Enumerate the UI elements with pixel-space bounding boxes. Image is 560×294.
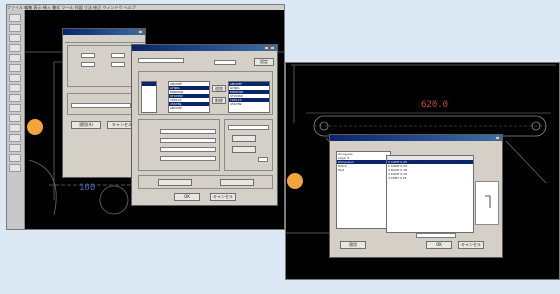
available-list[interactable]: ABCDEF GHIJKL MNOPQR STUVWX YZ0123 45678… [168,81,210,113]
dialog-titlebar [63,29,145,35]
value-field[interactable] [214,60,236,65]
layer-table[interactable]: 0 CONT 0.25 1 CONT 0.35 2 DASH 0.18 3 CO… [386,155,474,233]
option-button[interactable] [220,179,254,186]
dialog-titlebar [132,45,277,51]
layer-manager-dialog: All Layers Layer 0 Dimension Hatch Text … [329,134,503,258]
preview-pane [475,181,499,225]
option-field[interactable] [228,125,269,130]
layer-settings-dialog: 設定 ABCDEF GHIJKL MNOPQR STUVWX YZ0123 45… [131,44,278,206]
tool-button[interactable] [9,154,21,162]
tool-button[interactable] [9,114,21,122]
grip-marker [27,119,43,135]
tool-button[interactable] [9,14,21,22]
grip-marker [287,173,303,189]
property-field[interactable] [160,138,216,143]
tool-button[interactable] [9,24,21,32]
list-item[interactable] [142,82,156,86]
ok-button[interactable]: OK [426,241,452,249]
help-icon[interactable] [264,46,269,50]
apply-button[interactable]: 適用(A) [71,121,101,129]
list-item[interactable]: 456789 [229,102,269,106]
property-field[interactable] [160,147,216,152]
option-field[interactable] [258,157,268,162]
tool-palette [7,10,25,229]
tool-button[interactable] [9,144,21,152]
input-field[interactable] [111,62,125,67]
tool-button[interactable] [9,34,21,42]
properties-group-box [138,119,220,171]
layer-tree[interactable]: All Layers Layer 0 Dimension Hatch Text [336,151,391,229]
apply-button[interactable]: 適用 [340,241,366,249]
tab-strip[interactable] [65,37,145,43]
input-field[interactable] [71,103,131,108]
tool-button[interactable] [9,164,21,172]
dimension-label-right: 620.0 [421,100,449,110]
ok-button[interactable]: OK [174,193,200,201]
add-button[interactable]: 追加 [212,85,226,92]
selected-list[interactable]: ABCDEF GHIJKL MNOPQR STUVWX YZ0123 45678… [228,81,270,113]
property-field[interactable] [160,156,216,161]
list-item[interactable]: ABCDEF [169,106,209,110]
tool-button[interactable] [9,134,21,142]
dialog-titlebar [330,135,502,141]
option-button[interactable] [158,179,192,186]
category-list[interactable] [141,81,157,113]
preview-icon [485,195,491,208]
dimension-label-left: 100 [79,183,96,193]
input-field[interactable] [81,62,95,67]
property-field[interactable] [160,129,216,134]
option-button[interactable] [232,146,256,153]
tool-button[interactable] [9,64,21,72]
input-field[interactable] [81,53,95,58]
tree-item[interactable]: Text [337,168,390,172]
close-icon[interactable] [495,136,500,140]
settings-button[interactable]: 設定 [254,58,274,66]
close-icon[interactable] [138,30,143,34]
tool-button[interactable] [9,54,21,62]
cancel-button[interactable]: キャンセル [458,241,484,249]
tool-button[interactable] [9,94,21,102]
remove-button[interactable]: 削除 [212,97,226,104]
table-row[interactable]: 4 CENT 0.25 [387,176,473,180]
name-field[interactable] [138,58,184,63]
filter-field[interactable] [416,233,456,238]
tool-button[interactable] [9,104,21,112]
tool-button[interactable] [9,84,21,92]
input-field[interactable] [111,53,125,58]
close-icon[interactable] [270,46,275,50]
cancel-button[interactable]: キャンセル [210,193,236,201]
tool-button[interactable] [9,74,21,82]
tool-button[interactable] [9,44,21,52]
option-button[interactable] [232,135,256,142]
tool-button[interactable] [9,124,21,132]
